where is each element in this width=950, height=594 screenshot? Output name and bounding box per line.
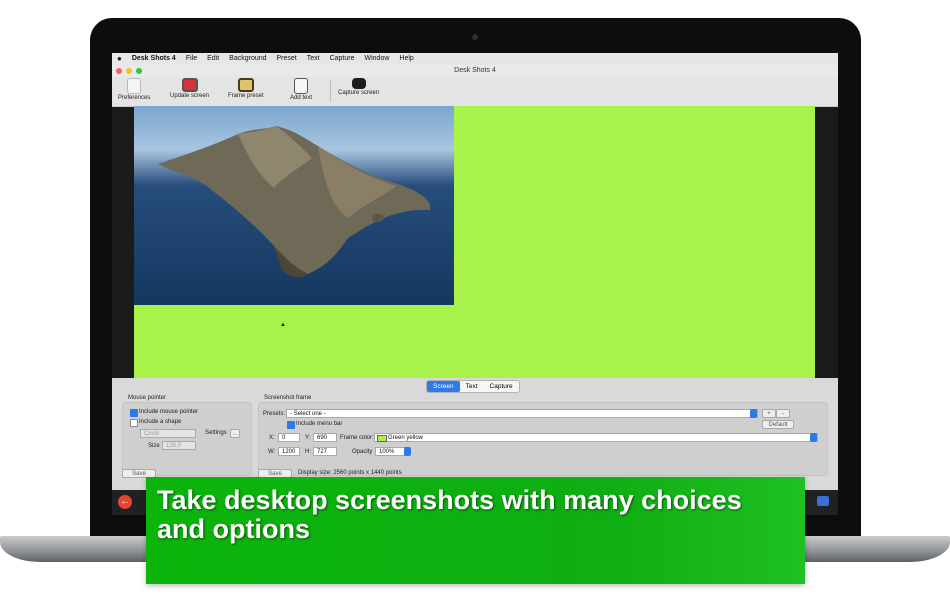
include-shape-checkbox[interactable] xyxy=(130,419,138,427)
menu-bar: ● Desk Shots 4 File Edit Background Pres… xyxy=(112,53,838,65)
presets-select[interactable]: - Select one - xyxy=(286,409,758,418)
h-label: H: xyxy=(305,449,311,455)
add-text-label: Add text xyxy=(290,95,313,101)
h-field[interactable]: 727 xyxy=(313,447,337,456)
promo-banner: Take desktop screenshots with many choic… xyxy=(146,477,805,584)
toolbar-separator xyxy=(330,80,331,102)
update-screen-label: Update screen xyxy=(170,93,210,99)
tab-bar: Screen Text Capture xyxy=(426,380,520,393)
tab-screen[interactable]: Screen xyxy=(427,381,460,392)
add-text-icon xyxy=(294,78,308,94)
include-menu-bar-checkbox[interactable] xyxy=(287,421,295,429)
menu-capture[interactable]: Capture xyxy=(325,53,360,65)
apple-icon[interactable]: ● xyxy=(112,53,127,65)
menu-app-name[interactable]: Desk Shots 4 xyxy=(127,53,181,65)
capture-screen-label: Capture screen xyxy=(338,90,380,96)
frame-color-select[interactable]: Green yellow xyxy=(374,433,818,442)
presets-label: Presets: xyxy=(263,411,286,417)
mouse-pointer-title: Mouse pointer xyxy=(128,395,167,401)
capture-screen-button[interactable]: Capture screen xyxy=(338,78,379,96)
desktop-wallpaper-image xyxy=(134,106,454,305)
back-arrow-icon[interactable]: ← xyxy=(118,495,132,509)
settings-label: Settings xyxy=(205,430,227,436)
x-field[interactable]: 0 xyxy=(278,433,300,442)
opacity-label: Opacity xyxy=(352,449,373,455)
menu-edit[interactable]: Edit xyxy=(202,53,224,65)
shape-select[interactable]: Circle xyxy=(140,429,196,438)
display-size-text: Display size: 2560 points x 1440 points xyxy=(298,470,402,476)
tab-text[interactable]: Text xyxy=(460,381,484,392)
add-preset-button[interactable]: + xyxy=(762,409,776,418)
size-label: Size xyxy=(148,443,160,449)
window-title: Desk Shots 4 xyxy=(454,67,496,74)
screen: ● Desk Shots 4 File Edit Background Pres… xyxy=(112,53,838,515)
frame-color-label: Frame color: xyxy=(340,435,374,441)
menu-text[interactable]: Text xyxy=(302,53,325,65)
remove-preset-button[interactable]: - xyxy=(776,409,790,418)
include-shape-label: Include a shape xyxy=(139,419,182,425)
menu-help[interactable]: Help xyxy=(394,53,418,65)
y-field[interactable]: 690 xyxy=(313,433,337,442)
minimize-window-button[interactable] xyxy=(126,68,132,74)
default-button[interactable]: Default xyxy=(762,420,794,429)
shape-settings-button[interactable]: … xyxy=(230,429,240,438)
close-window-button[interactable] xyxy=(116,68,122,74)
frame-preset-icon xyxy=(237,78,254,92)
y-label: Y: xyxy=(305,435,311,441)
update-screen-button[interactable]: Update screen xyxy=(170,78,209,99)
include-mouse-pointer-checkbox[interactable] xyxy=(130,409,138,417)
mouse-pointer-marker: ▲ xyxy=(280,322,286,328)
preview-canvas: ▲ xyxy=(134,106,815,378)
size-field[interactable]: 128.0 xyxy=(162,441,196,450)
preferences-icon xyxy=(127,78,142,94)
menu-preset[interactable]: Preset xyxy=(272,53,302,65)
island-image xyxy=(158,126,431,278)
opacity-select[interactable]: 100% xyxy=(375,447,407,456)
promo-banner-text: Take desktop screenshots with many choic… xyxy=(157,485,742,544)
frame-preset-label: Frame preset xyxy=(228,93,264,99)
preferences-button[interactable]: Preferences xyxy=(118,78,150,101)
presets-dropdown-arrow[interactable] xyxy=(750,409,757,418)
screenshot-frame-title: Screenshot frame xyxy=(264,395,312,401)
menu-file[interactable]: File xyxy=(181,53,202,65)
w-field[interactable]: 1200 xyxy=(278,447,300,456)
frame-preset-button[interactable]: Frame preset xyxy=(228,78,264,99)
frame-color-swatch xyxy=(377,435,387,442)
include-mouse-pointer-label: Include mouse pointer xyxy=(139,409,199,415)
w-label: W: xyxy=(268,449,276,455)
tab-capture[interactable]: Capture xyxy=(484,381,519,392)
opacity-dropdown-arrow[interactable] xyxy=(404,447,411,456)
camera xyxy=(472,34,478,40)
include-menu-bar-label: Include menu bar xyxy=(296,421,343,427)
frame-color-dropdown-arrow[interactable] xyxy=(810,433,817,442)
x-label: X: xyxy=(269,435,275,441)
menu-background[interactable]: Background xyxy=(224,53,271,65)
menu-window[interactable]: Window xyxy=(360,53,395,65)
add-text-button[interactable]: Add text xyxy=(290,78,312,101)
update-screen-icon xyxy=(181,78,198,92)
toolbar: Preferences Update screen Frame preset A… xyxy=(112,77,838,107)
camera-icon xyxy=(351,78,366,89)
preferences-label: Preferences xyxy=(118,95,151,101)
zoom-window-button[interactable] xyxy=(136,68,142,74)
dock-app-icon[interactable] xyxy=(817,496,829,506)
